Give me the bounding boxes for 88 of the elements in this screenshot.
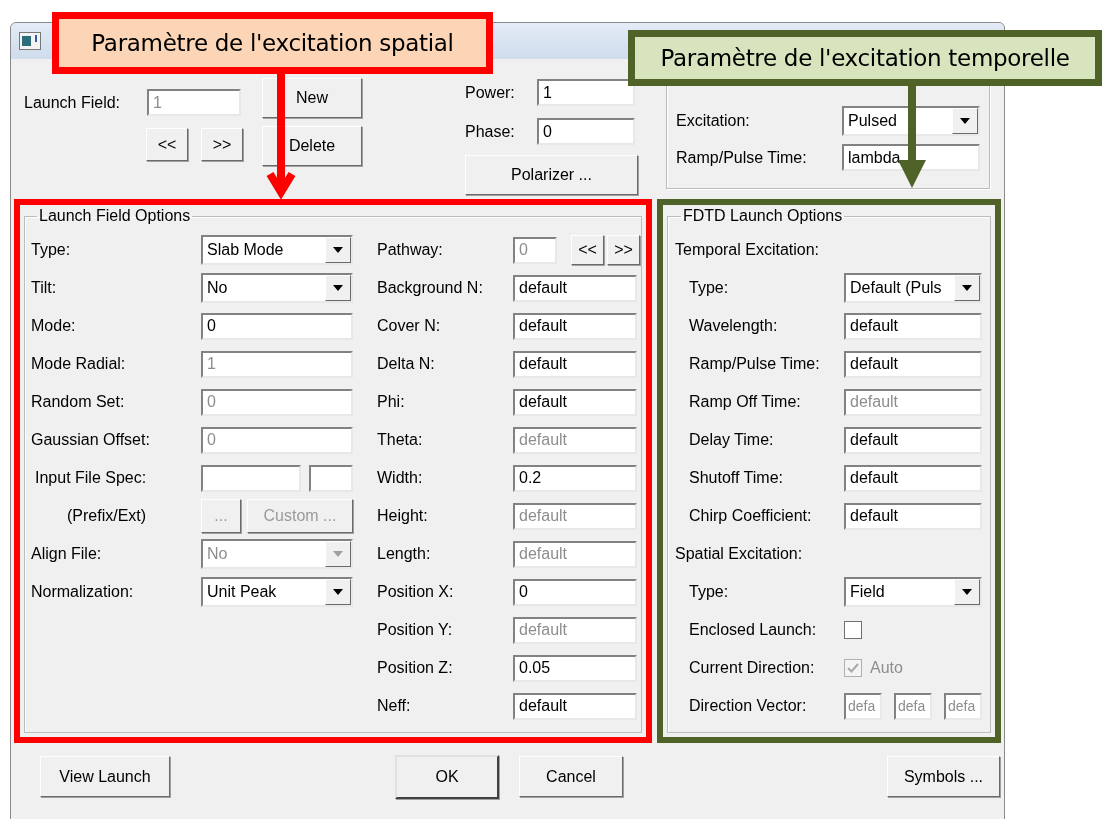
dropdown[interactable]: Default (Puls (844, 273, 982, 303)
field-label: Width: (377, 469, 424, 487)
field-label: Pathway: (377, 241, 444, 259)
field-label: Ramp/Pulse Time: (676, 148, 808, 167)
field-label: Input File Spec: (34, 469, 148, 487)
caret-icon (960, 118, 970, 124)
nav-button[interactable]: >> (201, 128, 243, 161)
field-label: Type: (31, 241, 72, 259)
input-field[interactable]: default (844, 312, 982, 340)
section-label: Spatial Excitation: (675, 545, 803, 563)
input-field[interactable]: default (844, 426, 982, 454)
field-label: Tilt: (31, 279, 58, 297)
dropdown[interactable]: Slab Mode (201, 235, 353, 265)
field-label: Delay Time: (688, 431, 775, 449)
field-label: Launch Field: (24, 93, 122, 112)
field-label: Background N: (377, 279, 484, 297)
field-label: Ramp/Pulse Time: (688, 355, 821, 373)
field-label: Type: (688, 279, 730, 297)
field-label: Delta N: (377, 355, 436, 373)
dropdown[interactable]: Pulsed (842, 106, 980, 136)
field-label: Enclosed Launch: (688, 621, 818, 639)
record-button[interactable]: Delete (262, 126, 362, 166)
section-label: Temporal Excitation: (675, 241, 820, 259)
field-label: Cover N: (377, 317, 442, 335)
field-label: Neff: (377, 697, 412, 715)
field-label: Type: (688, 583, 730, 601)
field-label: Power: (465, 83, 516, 102)
caret-icon (333, 247, 343, 253)
record-button[interactable]: New (262, 78, 362, 118)
callout: Paramètre de l'excitation temporelle (628, 30, 1102, 86)
dialog-button[interactable]: View Launch (40, 756, 170, 797)
checkbox[interactable] (844, 621, 862, 639)
dropdown[interactable]: Field (844, 577, 982, 607)
input-field[interactable]: 1 (537, 79, 635, 106)
app-icon (19, 32, 41, 50)
field-label: Phi: (377, 393, 406, 411)
field-label: Normalization: (31, 583, 135, 601)
input-field[interactable]: default (844, 464, 982, 492)
field-label: Chirp Coefficient: (688, 507, 813, 525)
field-label: Excitation: (676, 112, 751, 130)
field-label: Ramp Off Time: (688, 393, 802, 411)
callout: Paramètre de l'excitation spatial (52, 12, 493, 74)
input-field[interactable]: 0.2 (513, 464, 637, 492)
caret-icon (333, 589, 343, 595)
caret-icon (333, 551, 343, 557)
field-label: Random Set: (31, 393, 126, 411)
field-label: Shutoff Time: (688, 469, 784, 487)
input-field[interactable]: 0 (537, 118, 635, 145)
field-label: Position X: (377, 583, 455, 601)
dialog-button[interactable]: Symbols ... (887, 756, 1000, 797)
field-label: Mode Radial: (31, 355, 127, 373)
input-field[interactable]: default (513, 350, 637, 378)
caret-icon (962, 589, 972, 595)
input-field[interactable]: 0.05 (513, 654, 637, 682)
field-label: Mode: (31, 317, 77, 335)
field-label: Gaussian Offset: (31, 431, 151, 449)
field-label: Position Z: (377, 659, 454, 677)
input-field[interactable]: default (513, 388, 637, 416)
input-field[interactable]: default (513, 692, 637, 720)
field-label: Direction Vector: (688, 697, 808, 715)
dialog-button[interactable]: Cancel (519, 756, 623, 797)
checkbox-label: Auto (870, 659, 903, 677)
field-label: Length: (377, 545, 432, 563)
dropdown[interactable]: No (201, 273, 353, 303)
field-label: Phase: (465, 122, 516, 141)
input-field[interactable] (309, 464, 353, 492)
nav-button[interactable]: << (146, 128, 188, 161)
caret-icon (333, 285, 343, 291)
input-field[interactable] (201, 464, 301, 492)
input-field[interactable]: default (513, 312, 637, 340)
field-label: Wavelength: (688, 317, 779, 335)
field-label: Align File: (31, 545, 103, 563)
polarizer-button[interactable]: Polarizer ... (465, 155, 638, 195)
group-title: Launch Field Options (38, 207, 192, 225)
field-label: Current Direction: (688, 659, 816, 677)
field-label: (Prefix/Ext) (66, 507, 148, 525)
field-label: Theta: (377, 431, 424, 449)
dialog-button[interactable]: OK (395, 755, 499, 799)
group-title: FDTD Launch Options (682, 207, 844, 225)
caret-icon (962, 285, 972, 291)
field-label: Height: (377, 507, 429, 525)
dropdown[interactable]: Unit Peak (201, 577, 353, 607)
input-field[interactable]: default (844, 502, 982, 530)
input-field[interactable]: 0 (201, 312, 353, 340)
input-field[interactable]: default (844, 350, 982, 378)
input-field[interactable]: default (513, 274, 637, 302)
input-field[interactable]: 0 (513, 578, 637, 606)
field-label: Position Y: (377, 621, 454, 639)
